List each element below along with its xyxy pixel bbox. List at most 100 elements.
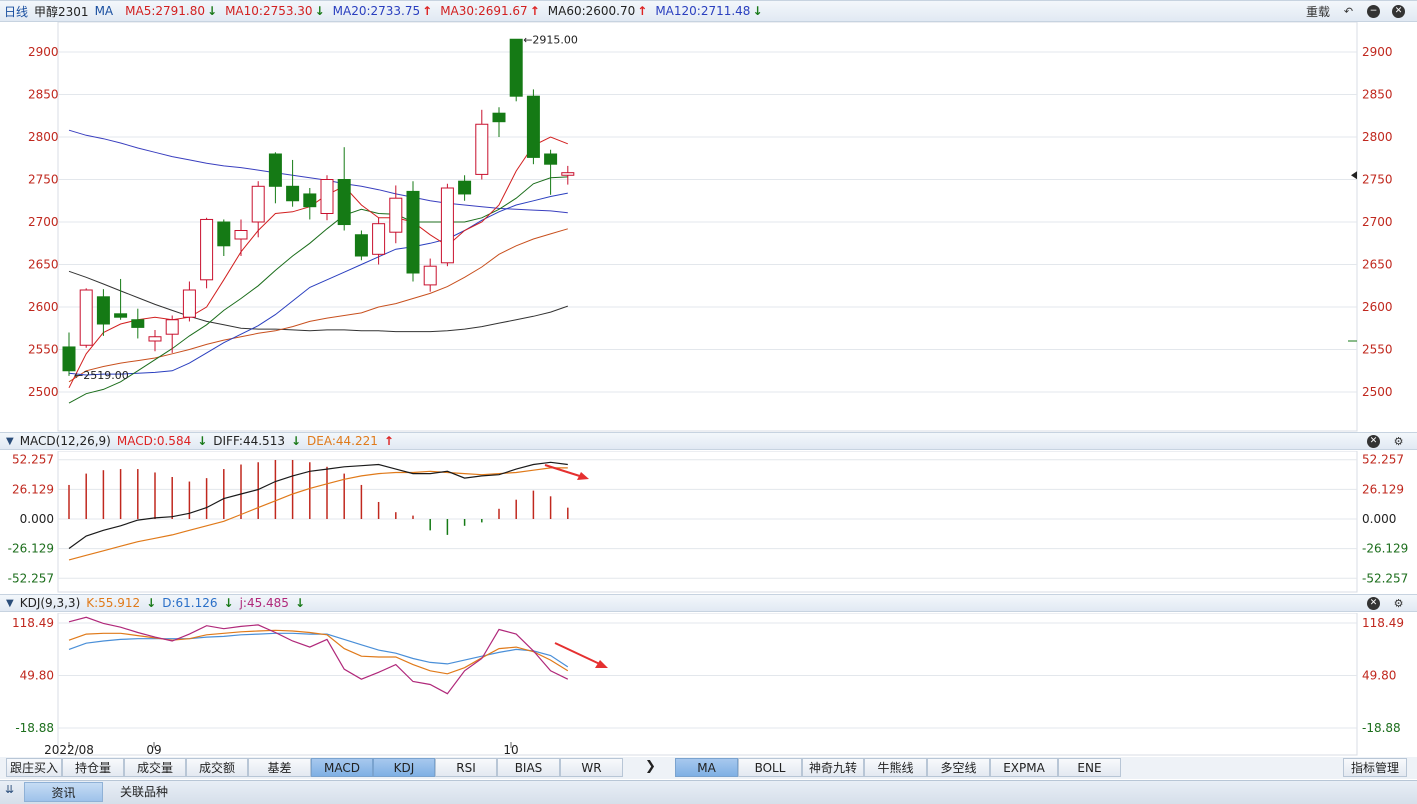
symbol-label: 甲醇2301 — [34, 4, 89, 19]
candle-body — [458, 180, 472, 195]
bottom-tab-0[interactable]: 资讯 — [24, 782, 103, 802]
tab-6[interactable]: KDJ — [373, 758, 435, 777]
indicator-tab-0[interactable]: MA — [675, 758, 738, 777]
candle-body — [96, 296, 110, 325]
candle-body — [440, 187, 454, 264]
close-macd-icon[interactable]: ✕ — [1367, 434, 1380, 448]
candle-body — [182, 289, 196, 318]
date-label: 10 — [503, 743, 518, 756]
candle-body — [389, 197, 403, 233]
header-controls: 重载 ↶ − ✕ — [1306, 1, 1411, 21]
j-value: j:45.485 — [239, 596, 289, 610]
candle-body — [372, 223, 386, 255]
indicator-tab-1[interactable]: BOLL — [738, 758, 802, 777]
ma-values: MA5:2791.80 ↓ MA10:2753.30 ↓ MA20:2733.75 ↑ MA… — [125, 4, 770, 18]
tab-0[interactable]: 跟庄买入 — [6, 758, 62, 777]
macd-tick-label-right: -26.129 — [1362, 542, 1408, 556]
tabs-next-icon[interactable]: ❯ — [645, 759, 656, 774]
indicator-manage-button[interactable]: 指标管理 — [1343, 758, 1407, 777]
macd-name: MACD(12,26,9) — [19, 434, 111, 448]
kdj-tick-label-left: 118.49 — [12, 616, 54, 630]
candle-body — [286, 185, 300, 202]
candle-body — [79, 289, 93, 346]
price-plot-area — [57, 22, 1358, 432]
macd-tick-label-right: 26.129 — [1362, 482, 1404, 496]
j-down-arrow: ↓ — [294, 596, 305, 610]
indicator-tab-2[interactable]: 神奇九转 — [802, 758, 864, 777]
tab-7[interactable]: RSI — [435, 758, 497, 777]
price-tick-label-right: 2900 — [1362, 45, 1393, 59]
price-tick-label-right: 2600 — [1362, 300, 1393, 314]
collapse-kdj-icon[interactable]: ▼ — [6, 598, 14, 609]
price-tick-label-left: 2900 — [28, 45, 59, 59]
candle-body — [354, 234, 368, 257]
ma-arrow-3: ↑ — [529, 4, 540, 18]
bottom-tab-1[interactable]: 关联品种 — [104, 782, 184, 802]
candle-body — [303, 193, 317, 208]
macd-tick-label-right: -52.257 — [1362, 571, 1408, 585]
ma-value-1: MA10:2753.30 — [225, 4, 313, 18]
candle-body — [509, 38, 523, 97]
k-value: K:55.912 — [86, 596, 141, 610]
candle-body — [148, 336, 162, 342]
minimize-icon[interactable]: − — [1367, 4, 1380, 18]
tab-4[interactable]: 基差 — [248, 758, 311, 777]
macd-tick-label-left: 26.129 — [12, 482, 54, 496]
indicator-tab-5[interactable]: EXPMA — [990, 758, 1058, 777]
kdj-tick-label-right: 49.80 — [1362, 668, 1396, 682]
reload-button[interactable]: 重载 — [1306, 3, 1330, 20]
date-label: 2022/08 — [44, 743, 94, 756]
tab-5[interactable]: MACD — [311, 758, 373, 777]
low-annotation: ←2519.00 — [74, 369, 129, 382]
macd-value: MACD:0.584 — [116, 434, 192, 448]
collapse-macd-icon[interactable]: ▼ — [6, 436, 14, 447]
indicator-tab-6[interactable]: ENE — [1058, 758, 1121, 777]
expand-panel-icon[interactable]: ⇊ — [5, 783, 14, 796]
macd-down-arrow: ↓ — [197, 434, 208, 448]
candle-body — [423, 265, 437, 286]
candle-body — [337, 179, 351, 226]
tab-8[interactable]: BIAS — [497, 758, 560, 777]
date-label: 09 — [146, 743, 161, 756]
candle-body — [475, 123, 489, 175]
indicator-label[interactable]: MA — [95, 4, 114, 18]
settings-macd-icon[interactable]: ⚙ — [1392, 435, 1405, 448]
tab-3[interactable]: 成交额 — [186, 758, 248, 777]
close-kdj-icon[interactable]: ✕ — [1367, 596, 1380, 610]
candle-body — [200, 218, 214, 281]
indicator-tab-3[interactable]: 牛熊线 — [864, 758, 927, 777]
ma-arrow-0: ↓ — [207, 4, 218, 18]
candle-body — [131, 319, 145, 328]
dea-value: DEA:44.221 — [307, 434, 378, 448]
price-tick-label-right: 2700 — [1362, 215, 1393, 229]
macd-chart[interactable]: 52.257 52.257 26.129 26.129 0.000 0.000 -26.12… — [0, 451, 1417, 593]
candle-body — [492, 112, 506, 123]
tab-9[interactable]: WR — [560, 758, 623, 777]
ma-arrow-1: ↓ — [314, 4, 325, 18]
d-down-arrow: ↓ — [223, 596, 234, 610]
tab-1[interactable]: 持仓量 — [62, 758, 124, 777]
macd-tick-label-right: 0.000 — [1362, 512, 1396, 526]
price-tick-label-left: 2600 — [28, 300, 59, 314]
price-tick-label-left: 2550 — [28, 343, 59, 357]
candle-body — [561, 172, 575, 176]
k-down-arrow: ↓ — [146, 596, 157, 610]
undo-icon[interactable]: ↶ — [1342, 5, 1355, 18]
ma-value-0: MA5:2791.80 — [125, 4, 205, 18]
settings-kdj-icon[interactable]: ⚙ — [1392, 597, 1405, 610]
ma-value-5: MA120:2711.48 — [655, 4, 751, 18]
period-label[interactable]: 日线 — [4, 3, 28, 20]
close-icon[interactable]: ✕ — [1392, 4, 1405, 18]
candle-body — [406, 190, 420, 274]
candle-body — [251, 185, 265, 223]
indicator-tab-4[interactable]: 多空线 — [927, 758, 990, 777]
macd-tick-label-left: -52.257 — [8, 571, 54, 585]
tab-2[interactable]: 成交量 — [124, 758, 186, 777]
kdj-chart[interactable]: 118.49 118.49 49.80 49.80 -18.88 -18.88 2022/0… — [0, 613, 1417, 756]
candle-body — [62, 346, 76, 372]
high-annotation: ←2915.00 — [523, 33, 578, 46]
diff-value: DIFF:44.513 — [213, 434, 285, 448]
diff-down-arrow: ↓ — [290, 434, 302, 448]
price-tick-label-right: 2550 — [1362, 343, 1393, 357]
price-chart[interactable]: 2900 2900 2850 2850 2800 2800 2750 2750 2700 2700… — [0, 22, 1417, 432]
